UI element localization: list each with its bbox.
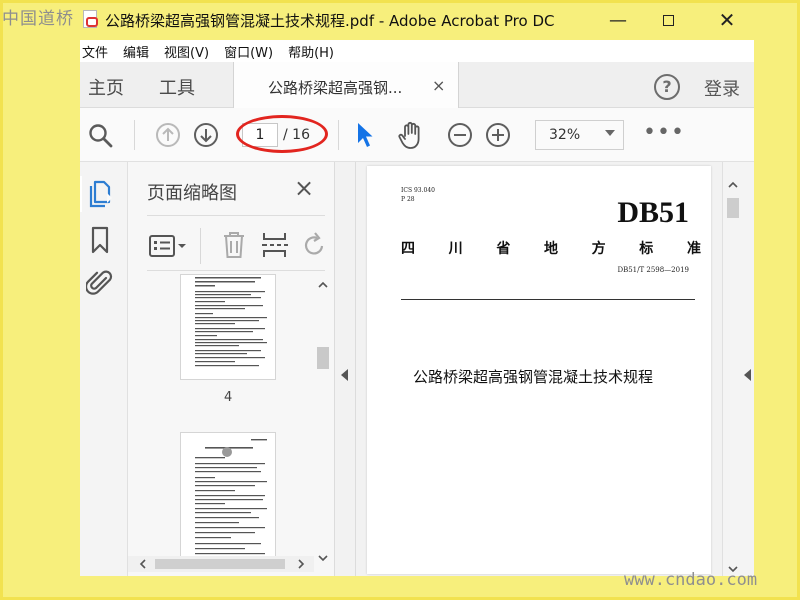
menu-edit[interactable]: 编辑 bbox=[123, 42, 149, 61]
panel-divider bbox=[147, 270, 325, 271]
panel-close-button[interactable]: × bbox=[294, 174, 314, 202]
zoom-in-icon[interactable] bbox=[485, 122, 511, 148]
menu-window[interactable]: 窗口(W) bbox=[224, 42, 273, 61]
window-title: 公路桥梁超高强钢管混凝土技术规程.pdf - Adobe Acrobat Pro… bbox=[105, 12, 555, 30]
chevron-down-icon bbox=[605, 130, 615, 136]
doc-province-char: 四 bbox=[401, 241, 415, 257]
more-tools-button[interactable]: ••• bbox=[643, 120, 685, 145]
scroll-left-icon[interactable] bbox=[138, 559, 148, 569]
select-cursor-icon[interactable] bbox=[356, 121, 374, 149]
insert-page-icon[interactable] bbox=[261, 230, 289, 260]
page-thumbnails-icon[interactable] bbox=[87, 180, 113, 210]
bookmarks-icon[interactable] bbox=[90, 226, 110, 254]
tab-home[interactable]: 主页 bbox=[88, 74, 124, 100]
tab-close-button[interactable]: × bbox=[432, 76, 445, 95]
minimize-button[interactable]: — bbox=[595, 0, 641, 40]
left-rail bbox=[80, 162, 128, 576]
hand-tool-icon[interactable] bbox=[396, 120, 426, 150]
panel-splitter[interactable] bbox=[334, 162, 356, 576]
page-thumbnails-panel: 页面缩略图 × 4 bbox=[128, 162, 334, 576]
thumbnail-page-label: 4 bbox=[224, 390, 233, 405]
scrollbar-thumb[interactable] bbox=[317, 347, 329, 369]
delete-page-icon[interactable] bbox=[221, 230, 247, 260]
help-icon[interactable]: ? bbox=[654, 74, 680, 100]
collapse-panel-icon[interactable] bbox=[341, 369, 348, 381]
tab-tools[interactable]: 工具 bbox=[159, 74, 195, 100]
toolbar: 1 / 16 32% ••• bbox=[80, 108, 754, 162]
scrollbar-thumb[interactable] bbox=[155, 559, 285, 569]
maximize-button[interactable] bbox=[645, 0, 691, 40]
panel-divider bbox=[147, 215, 325, 216]
site-watermark-url: www.cndao.com bbox=[624, 570, 758, 590]
maximize-icon bbox=[662, 14, 674, 26]
toolbar-separator bbox=[338, 120, 339, 150]
tab-document-label: 公路桥梁超高强钢... bbox=[268, 79, 403, 97]
rotate-icon[interactable] bbox=[303, 232, 325, 258]
close-window-button[interactable]: ✕ bbox=[704, 0, 750, 40]
tab-bar: 主页 工具 公路桥梁超高强钢... × ? 登录 bbox=[80, 62, 754, 108]
title-bar: 中国道桥 公路桥梁超高强钢管混凝土技术规程.pdf - Adobe Acroba… bbox=[0, 0, 800, 40]
doc-province-heading: 四 川 省 地 方 标 准 bbox=[401, 238, 701, 258]
menu-bar: 文件 编辑 视图(V) 窗口(W) 帮助(H) bbox=[80, 40, 754, 62]
scroll-up-icon[interactable] bbox=[727, 180, 739, 190]
pdf-page: ICS 93.040 P 28 DB51 四 川 省 地 方 标 准 DB51/… bbox=[367, 166, 711, 574]
zoom-dropdown[interactable]: 32% bbox=[535, 120, 624, 150]
next-page-icon[interactable] bbox=[193, 122, 219, 148]
thumbnail-content bbox=[195, 277, 267, 367]
doc-standard-code: DB51 bbox=[617, 196, 689, 229]
zoom-out-icon[interactable] bbox=[447, 122, 473, 148]
options-menu-icon[interactable] bbox=[149, 234, 189, 258]
menu-help[interactable]: 帮助(H) bbox=[288, 42, 334, 61]
thumbnail-horizontal-scrollbar[interactable] bbox=[128, 556, 314, 572]
page-thumbnail[interactable] bbox=[180, 432, 276, 560]
doc-province-char: 标 bbox=[639, 241, 654, 257]
doc-standard-number: DB51/T 2598—2019 bbox=[617, 266, 689, 274]
expand-right-panel-icon[interactable] bbox=[744, 369, 751, 381]
prev-page-icon[interactable] bbox=[155, 122, 181, 148]
site-watermark-logo: 中国道桥 bbox=[2, 9, 74, 29]
document-vertical-scrollbar[interactable] bbox=[722, 162, 742, 576]
scroll-right-icon[interactable] bbox=[296, 559, 306, 569]
rail-active-indicator bbox=[80, 176, 82, 212]
thumbnail-vertical-scrollbar[interactable] bbox=[316, 277, 330, 567]
panel-title: 页面缩略图 bbox=[147, 183, 237, 204]
pdf-file-icon bbox=[83, 10, 98, 28]
scrollbar-thumb[interactable] bbox=[727, 198, 739, 218]
doc-province-char: 川 bbox=[448, 241, 463, 257]
menu-file[interactable]: 文件 bbox=[82, 42, 108, 61]
page-number-highlight-ellipse bbox=[236, 115, 328, 153]
thumbnail-content bbox=[195, 439, 267, 555]
doc-province-char: 准 bbox=[686, 241, 701, 257]
tab-document[interactable]: 公路桥梁超高强钢... × bbox=[233, 62, 459, 108]
scroll-up-icon[interactable] bbox=[317, 280, 329, 290]
zoom-value: 32% bbox=[549, 127, 581, 143]
doc-province-char: 方 bbox=[591, 241, 606, 257]
doc-divider-rule bbox=[401, 299, 695, 300]
panel-toolbar-separator bbox=[200, 228, 201, 264]
menu-view[interactable]: 视图(V) bbox=[164, 42, 209, 61]
doc-title: 公路桥梁超高强钢管混凝土技术规程 bbox=[413, 368, 654, 386]
login-button[interactable]: 登录 bbox=[704, 75, 740, 101]
right-panel-toggle[interactable] bbox=[742, 162, 754, 576]
doc-province-char: 省 bbox=[496, 241, 511, 257]
attachments-icon[interactable] bbox=[86, 268, 114, 298]
toolbar-separator bbox=[134, 120, 135, 150]
document-view[interactable]: ICS 93.040 P 28 DB51 四 川 省 地 方 标 准 DB51/… bbox=[356, 162, 722, 576]
doc-category-line: P 28 bbox=[401, 196, 415, 203]
page-thumbnail[interactable] bbox=[180, 274, 276, 380]
doc-ics-code: ICS 93.040 P 28 bbox=[401, 186, 435, 204]
scroll-down-icon[interactable] bbox=[317, 553, 329, 563]
doc-ics-line: ICS 93.040 bbox=[401, 187, 435, 194]
doc-province-char: 地 bbox=[543, 241, 558, 257]
panel-toolbar bbox=[147, 222, 325, 270]
search-icon[interactable] bbox=[88, 123, 114, 149]
